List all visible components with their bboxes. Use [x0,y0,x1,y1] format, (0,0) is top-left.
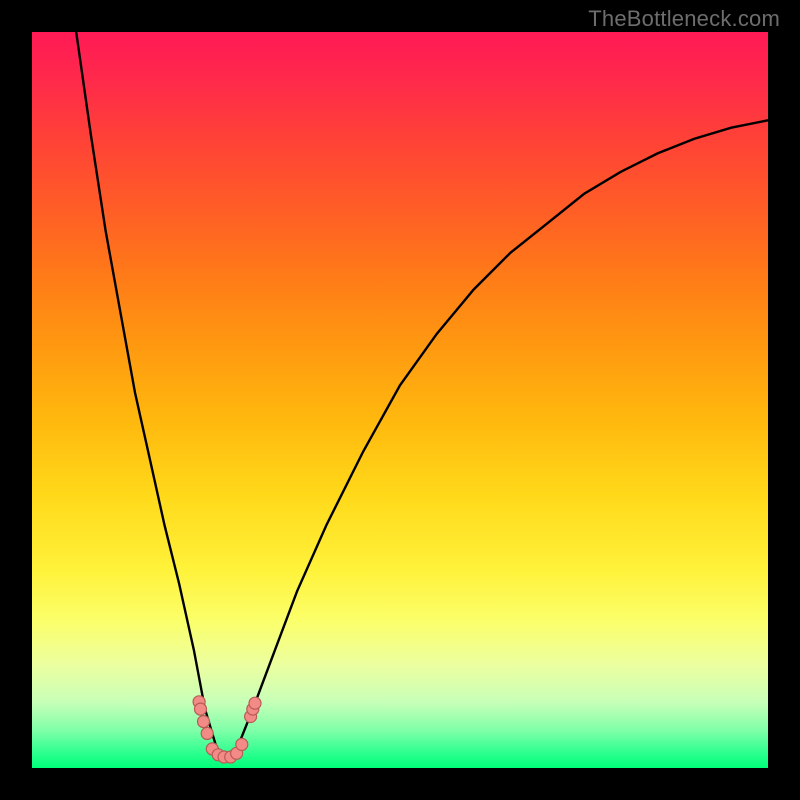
chart-frame: TheBottleneck.com [0,0,800,800]
data-marker [236,738,248,750]
marker-group [193,696,261,763]
curve-line [76,32,768,757]
data-marker [201,727,213,739]
data-marker [195,703,207,715]
data-marker [198,716,210,728]
plot-area [32,32,768,768]
data-marker [249,697,261,709]
watermark-text: TheBottleneck.com [588,6,780,32]
chart-svg [32,32,768,768]
